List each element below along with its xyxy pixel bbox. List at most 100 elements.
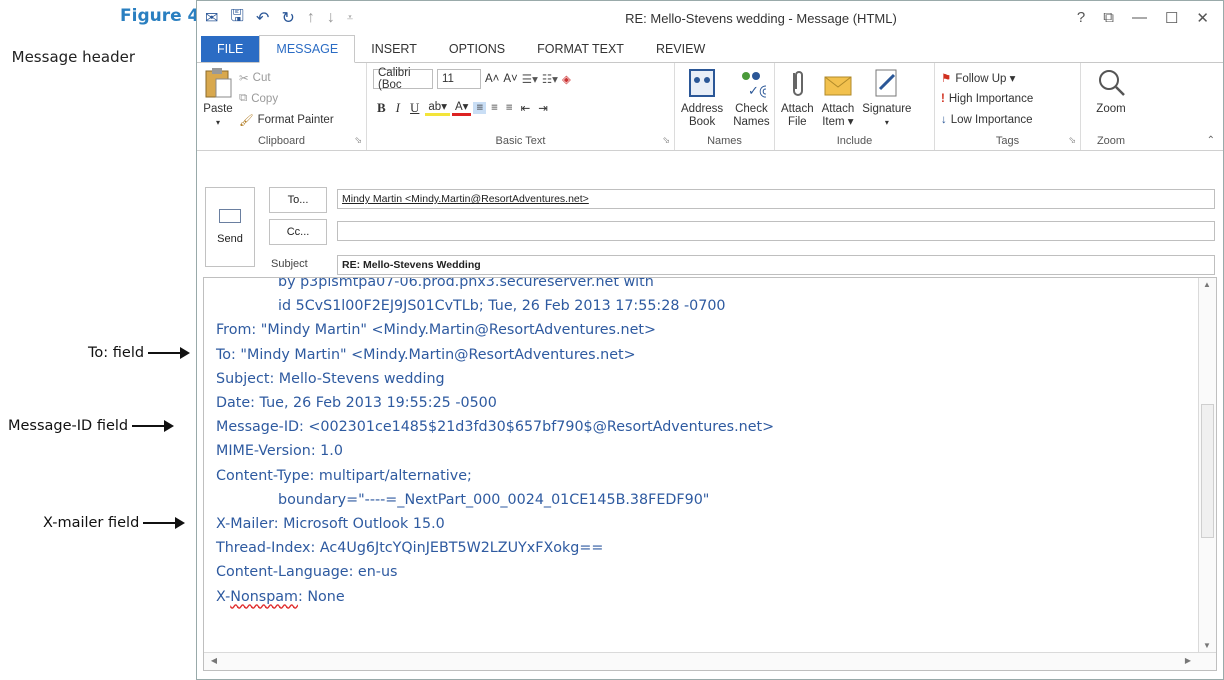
names-label: Names (707, 135, 742, 147)
customize-qat-icon[interactable]: ⩡ (347, 12, 353, 25)
vertical-scrollbar[interactable]: ▲ ▼ (1198, 278, 1216, 652)
window-title: RE: Mello-Stevens wedding - Message (HTM… (625, 10, 897, 26)
scroll-thumb[interactable] (1201, 404, 1214, 538)
grow-font-icon[interactable]: A˄ (485, 73, 499, 85)
callout-arrow (148, 347, 191, 359)
scroll-down-icon[interactable]: ▼ (1199, 641, 1215, 650)
align-left-icon[interactable]: ≡ (473, 101, 487, 114)
format-painter-button[interactable]: 🖌 Format Painter (239, 109, 334, 130)
signature-button[interactable]: Signature ▾ (862, 67, 911, 129)
flag-icon: ⚑ (941, 72, 952, 85)
dialog-launcher-icon[interactable]: ⬂ (1068, 135, 1076, 146)
shrink-font-icon[interactable]: A˅ (503, 73, 517, 85)
copy-icon: ⧉ (239, 92, 248, 104)
dialog-launcher-icon[interactable]: ⬂ (662, 135, 670, 146)
header-line-message-id: Message-ID: <002301ce1485$21d3fd30$657bf… (216, 419, 775, 436)
low-importance-button[interactable]: ↓ Low Importance (941, 109, 1074, 130)
highlight-icon[interactable]: ab▾ (425, 99, 450, 116)
undo-icon[interactable]: ↶ (256, 8, 269, 28)
signature-label: Signature (862, 103, 912, 115)
bullets-icon[interactable]: ☰▾ (522, 72, 538, 86)
close-button[interactable]: ✕ (1196, 9, 1209, 27)
header-line: Subject: Mello-Stevens wedding (216, 370, 445, 387)
paste-button[interactable]: Paste ▾ (203, 67, 233, 130)
message-header-text: by p3plsmtpa07-06.prod.phx3.secureserver… (216, 278, 1188, 609)
zoom-group: Zoom Zoom (1081, 63, 1141, 150)
next-item-icon[interactable]: ↓ (327, 9, 335, 27)
attach-item-button[interactable]: Attach Item ▾ (822, 67, 854, 129)
ribbon: Paste ▾ ✂ Cut ⧉ Copy 🖌 Format Painter Clipb… (197, 63, 1223, 151)
horizontal-scrollbar[interactable]: ◀ ▶ (204, 652, 1216, 670)
italic-button[interactable]: I (392, 100, 404, 116)
help-button[interactable]: ? (1077, 9, 1085, 27)
previous-item-icon[interactable]: ↑ (307, 9, 315, 27)
align-right-icon[interactable]: ≡ (503, 102, 516, 114)
tab-options[interactable]: OPTIONS (433, 36, 521, 62)
follow-up-label: Follow Up ▾ (955, 72, 1016, 85)
decrease-indent-icon[interactable]: ⇤ (518, 101, 534, 115)
font-name-select[interactable]: Calibri (Boc (373, 67, 433, 91)
tab-message[interactable]: MESSAGE (259, 35, 356, 63)
to-field[interactable]: Mindy Martin <Mindy.Martin@ResortAdventu… (337, 189, 1215, 209)
zoom-group-label: Zoom (1096, 135, 1126, 147)
callout-arrow (143, 517, 186, 529)
cc-field[interactable] (337, 221, 1215, 241)
callout-to-label: To: field (88, 345, 145, 361)
numbering-icon[interactable]: ☷▾ (542, 72, 558, 86)
attach-file-button[interactable]: Attach File (781, 67, 814, 129)
envelope-icon[interactable]: ✉ (205, 8, 218, 28)
high-importance-button[interactable]: ! High Importance (941, 88, 1074, 109)
subject-field[interactable]: RE: Mello-Stevens Wedding (337, 255, 1215, 275)
maximize-button[interactable]: ☐ (1165, 9, 1178, 27)
follow-up-button[interactable]: ⚑ Follow Up ▾ (941, 67, 1074, 88)
ribbon-display-button[interactable]: ⧉ (1103, 9, 1114, 27)
magnifier-icon (1096, 67, 1126, 99)
collapse-ribbon-icon[interactable]: ⌃ (1207, 135, 1215, 146)
minimize-button[interactable]: — (1132, 9, 1147, 27)
tags-group: ⚑ Follow Up ▾ ! High Importance ↓ Low Impor… (935, 63, 1081, 150)
zoom-label: Zoom (1096, 103, 1126, 115)
increase-indent-icon[interactable]: ⇥ (535, 101, 551, 115)
callout-arrow (132, 420, 175, 432)
exclamation-icon: ! (941, 92, 945, 105)
cc-button[interactable]: Cc... (269, 219, 327, 245)
scissors-icon: ✂ (239, 72, 249, 85)
save-icon[interactable]: 🖫 (230, 5, 244, 32)
paste-label: Paste (203, 103, 233, 115)
callout-message-id-label: Message-ID field (8, 418, 129, 434)
copy-button[interactable]: ⧉ Copy (239, 88, 334, 109)
tab-file[interactable]: FILE (201, 36, 260, 62)
redo-icon[interactable]: ↻ (281, 8, 294, 28)
scroll-up-icon[interactable]: ▲ (1199, 280, 1215, 289)
high-importance-label: High Importance (948, 92, 1034, 105)
zoom-button[interactable]: Zoom (1087, 67, 1135, 116)
cut-button[interactable]: ✂ Cut (239, 67, 334, 88)
dialog-launcher-icon[interactable]: ⬂ (354, 135, 362, 146)
address-book-button[interactable]: Address Book (681, 67, 723, 129)
window-controls: ? ⧉ — ☐ ✕ (1077, 9, 1215, 27)
subject-label: Subject (271, 258, 308, 270)
header-line: id 5CvS1l00F2EJ9JS01CvTLb; Tue, 26 Feb 2… (278, 298, 726, 315)
bold-button[interactable]: B (373, 100, 390, 116)
header-line: Date: Tue, 26 Feb 2013 19:55:25 -0500 (216, 395, 497, 412)
tab-review[interactable]: REVIEW (640, 36, 721, 62)
address-book-icon (687, 67, 717, 99)
font-color-icon[interactable]: A▾ (451, 99, 472, 116)
header-line: MIME-Version: 1.0 (216, 443, 343, 460)
message-body[interactable]: by p3plsmtpa07-06.prod.phx3.secureserver… (203, 277, 1217, 671)
callout-message-id: Message-ID field (8, 418, 175, 434)
tab-insert[interactable]: INSERT (355, 36, 433, 62)
underline-button[interactable]: U (406, 100, 423, 116)
tab-format-text[interactable]: FORMAT TEXT (521, 36, 640, 62)
to-button[interactable]: To... (269, 187, 327, 213)
align-center-icon[interactable]: ≡ (488, 102, 501, 114)
header-line: Content-Type: multipart/alternative; (216, 467, 472, 484)
scroll-left-icon[interactable]: ◀ (206, 656, 222, 665)
font-size-select[interactable]: 11 (437, 69, 481, 89)
scroll-right-icon[interactable]: ▶ (1180, 656, 1196, 665)
check-names-icon: ✓@ (736, 67, 772, 99)
clipboard-label: Clipboard (257, 135, 306, 147)
check-names-button[interactable]: ✓@ Check Names (733, 67, 772, 129)
clear-formatting-icon[interactable]: ◈ (562, 72, 571, 86)
send-button[interactable]: Send (205, 187, 255, 267)
